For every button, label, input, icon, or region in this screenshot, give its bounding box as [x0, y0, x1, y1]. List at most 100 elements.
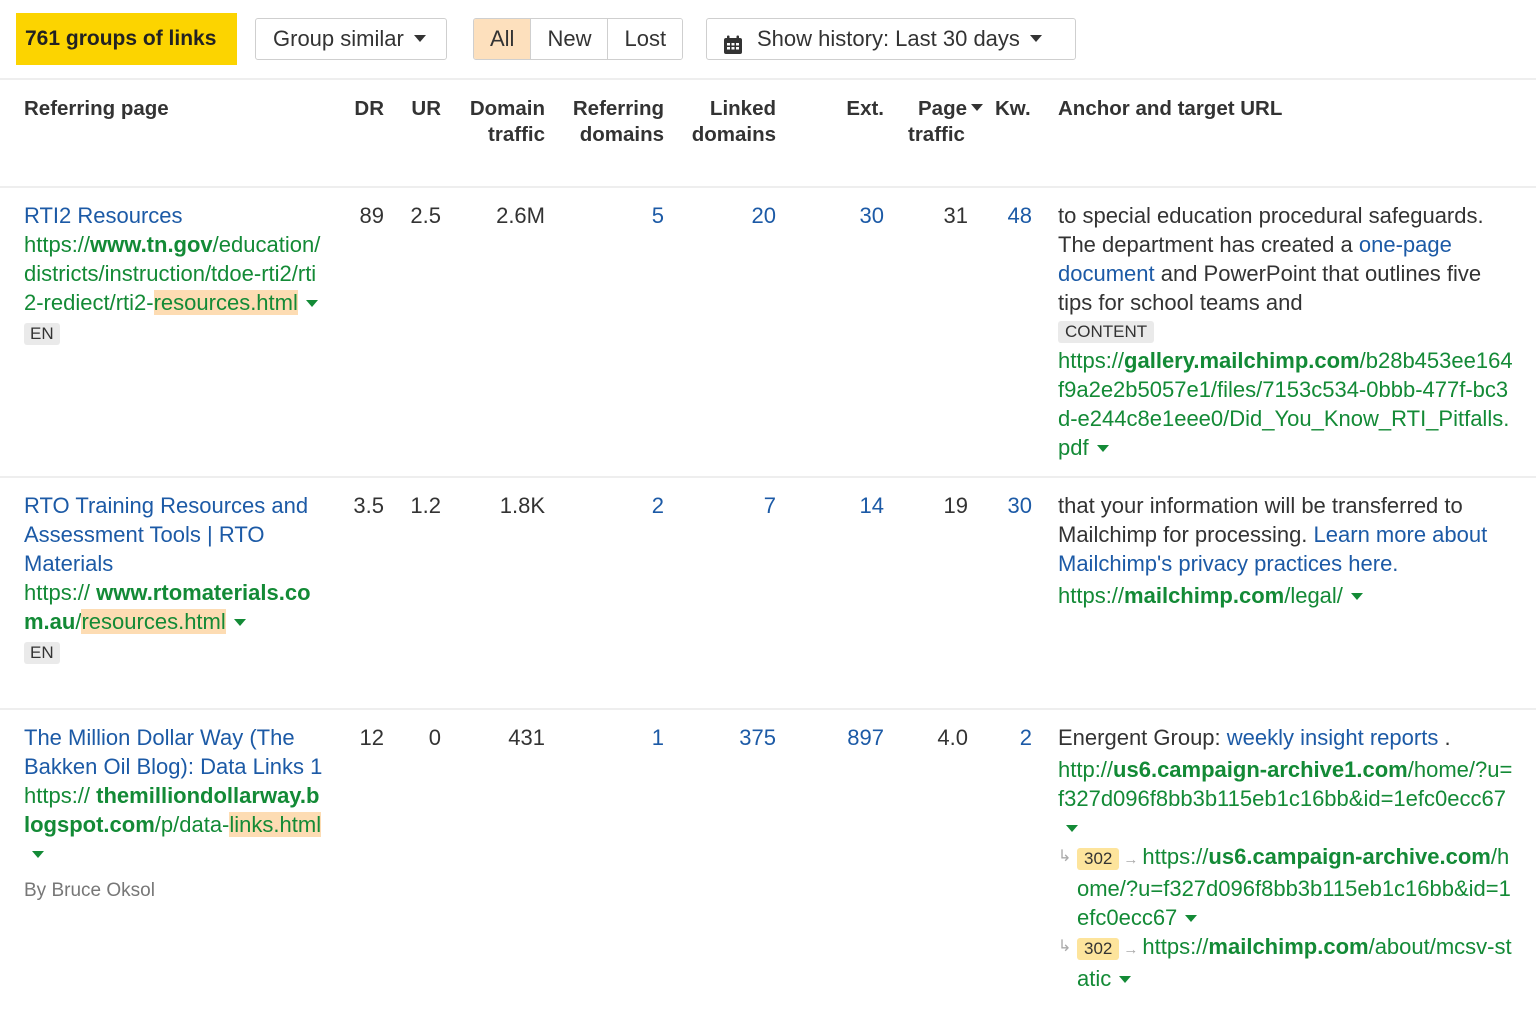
page-traffic-value: 31 — [943, 203, 968, 228]
url-prefix: http:// — [1058, 757, 1114, 782]
linked-domains-value[interactable]: 20 — [676, 201, 776, 230]
col-page-traffic-line2: traffic — [908, 123, 965, 146]
chevron-down-icon — [1029, 34, 1042, 42]
chevron-down-icon[interactable] — [233, 618, 246, 626]
col-ext[interactable]: Ext. — [820, 96, 884, 122]
chevron-down-icon[interactable] — [1350, 592, 1363, 600]
url-highlight: links.html — [229, 812, 322, 837]
col-referring-domains[interactable]: Referring domains — [555, 96, 664, 148]
url-prefix: https:// — [1142, 934, 1209, 959]
dr-value: 3.5 — [353, 493, 384, 518]
referring-page-cell: The Million Dollar Way (The Bakken Oil B… — [24, 723, 324, 905]
chevron-down-icon[interactable] — [32, 850, 44, 858]
keywords-value[interactable]: 2 — [985, 723, 1032, 752]
chevron-down-icon[interactable] — [1096, 444, 1109, 452]
linked-domains-value[interactable]: 7 — [676, 491, 776, 520]
anchor-cell: Energent Group: weekly insight reports .… — [1058, 723, 1518, 993]
anchor-text: to special education procedural safeguar… — [1058, 201, 1518, 317]
col-ur[interactable]: UR — [390, 96, 441, 122]
chevron-down-icon — [413, 34, 426, 42]
target-url[interactable]: https://mailchimp.com/legal/ — [1058, 581, 1518, 610]
filter-all[interactable]: All — [474, 19, 531, 59]
dr-value: 89 — [359, 203, 384, 228]
link-type-tag: CONTENT — [1058, 321, 1155, 343]
redirect-url[interactable]: 302 → https://us6.campaign-archive.com/hom… — [1077, 842, 1518, 932]
referring-domains-value[interactable]: 5 — [555, 201, 664, 230]
ext-value[interactable]: 897 — [820, 723, 884, 752]
author-name: By Bruce Oksol — [24, 880, 155, 901]
keywords-value[interactable]: 30 — [985, 491, 1032, 520]
sort-desc-icon — [971, 104, 983, 112]
redirect-hop: ↳ 302 → https://mailchimp.com/about/mcsv-s… — [1058, 932, 1518, 993]
redirect-return-arrow-icon: ↳ — [1058, 938, 1072, 955]
group-similar-dropdown[interactable]: Group similar — [255, 18, 447, 60]
keywords-value[interactable]: 48 — [985, 201, 1032, 230]
col-domain-traffic-line2: traffic — [488, 123, 545, 146]
referring-page-title-link[interactable]: RTO Training Resources and Assessment To… — [24, 491, 324, 578]
chevron-down-icon[interactable] — [305, 299, 318, 307]
linked-domains-value[interactable]: 375 — [676, 723, 776, 752]
referring-page-url[interactable]: https://www.tn.gov/education/districts/i… — [24, 230, 324, 317]
referring-page-title-link[interactable]: RTI2 Resources — [24, 201, 324, 230]
referring-page-url[interactable]: https:// www.rtomaterials.com.au/resourc… — [24, 578, 324, 636]
anchor-text: that your information will be transferre… — [1058, 491, 1518, 578]
col-referring-domains-line1: Referring — [572, 97, 664, 120]
target-url[interactable]: https://gallery.mailchimp.com/b28b453ee1… — [1058, 346, 1518, 462]
referring-page-cell: RTI2 Resources https://www.tn.gov/educat… — [24, 201, 324, 346]
target-url[interactable]: http://us6.campaign-archive1.com/home/?u… — [1058, 755, 1518, 842]
referring-domains-value[interactable]: 1 — [555, 723, 664, 752]
redirect-url[interactable]: 302 → https://mailchimp.com/about/mcsv-sta… — [1077, 932, 1518, 993]
show-history-dropdown[interactable]: Show history: Last 30 days — [706, 18, 1076, 60]
show-history-label: Show history: Last 30 days — [757, 26, 1020, 51]
anchor-link[interactable]: weekly insight reports — [1227, 725, 1439, 750]
url-prefix: https:// — [1142, 844, 1209, 869]
url-prefix: https:// — [24, 580, 91, 605]
filter-lost[interactable]: Lost — [607, 19, 683, 59]
calendar-icon — [723, 28, 743, 55]
anchor-text: Energent Group: weekly insight reports . — [1058, 723, 1518, 752]
language-badge: EN — [24, 323, 60, 345]
anchor-context-before: Energent Group: — [1058, 725, 1227, 750]
col-kw[interactable]: Kw. — [995, 96, 1031, 122]
url-domain: www.tn.gov — [90, 232, 213, 257]
col-referring-page[interactable]: Referring page — [24, 96, 169, 122]
col-dr[interactable]: DR — [330, 96, 384, 122]
anchor-context-after: . — [1438, 725, 1451, 750]
col-domain-traffic-line1: Domain — [469, 97, 545, 120]
chevron-down-icon[interactable] — [1119, 975, 1132, 983]
chevron-down-icon[interactable] — [1066, 824, 1078, 832]
url-domain: us6.campaign-archive.com — [1208, 844, 1491, 869]
url-prefix: https:// — [24, 232, 91, 257]
url-prefix: https:// — [24, 783, 91, 808]
redirect-code-badge: 302 — [1077, 938, 1120, 960]
group-similar-label: Group similar — [273, 26, 404, 51]
table-row: RTI2 Resources https://www.tn.gov/educat… — [0, 188, 1536, 478]
col-anchor-target[interactable]: Anchor and target URL — [1058, 96, 1282, 122]
ext-value[interactable]: 30 — [820, 201, 884, 230]
url-path: /legal/ — [1284, 583, 1343, 608]
ext-value[interactable]: 14 — [820, 491, 884, 520]
arrow-right-icon: → — [1123, 941, 1139, 958]
url-domain: mailchimp.com — [1124, 583, 1285, 608]
dr-value: 12 — [359, 725, 384, 750]
url-domain: mailchimp.com — [1208, 934, 1369, 959]
col-linked-domains[interactable]: Linked domains — [676, 96, 776, 148]
col-linked-domains-line2: domains — [691, 123, 776, 146]
page-traffic-value: 19 — [943, 493, 968, 518]
link-groups-count: 761 groups of links — [16, 13, 237, 65]
referring-domains-value[interactable]: 2 — [555, 491, 664, 520]
referring-page-cell: RTO Training Resources and Assessment To… — [24, 491, 324, 665]
domain-traffic-value: 431 — [508, 725, 545, 750]
ur-value: 0 — [428, 725, 441, 750]
chevron-down-icon[interactable] — [1185, 914, 1198, 922]
url-highlight: resources.html — [153, 290, 298, 315]
col-page-traffic[interactable]: Page traffic — [908, 96, 992, 148]
referring-page-title-link[interactable]: The Million Dollar Way (The Bakken Oil B… — [24, 723, 324, 781]
redirect-return-arrow-icon: ↳ — [1058, 848, 1072, 865]
col-domain-traffic[interactable]: Domain traffic — [450, 96, 545, 148]
anchor-cell: to special education procedural safeguar… — [1058, 201, 1518, 462]
url-highlight: resources.html — [81, 609, 226, 634]
referring-page-url[interactable]: https:// themilliondollarway.blogspot.co… — [24, 781, 324, 868]
filter-new[interactable]: New — [530, 19, 608, 59]
col-linked-domains-line1: Linked — [709, 97, 776, 120]
